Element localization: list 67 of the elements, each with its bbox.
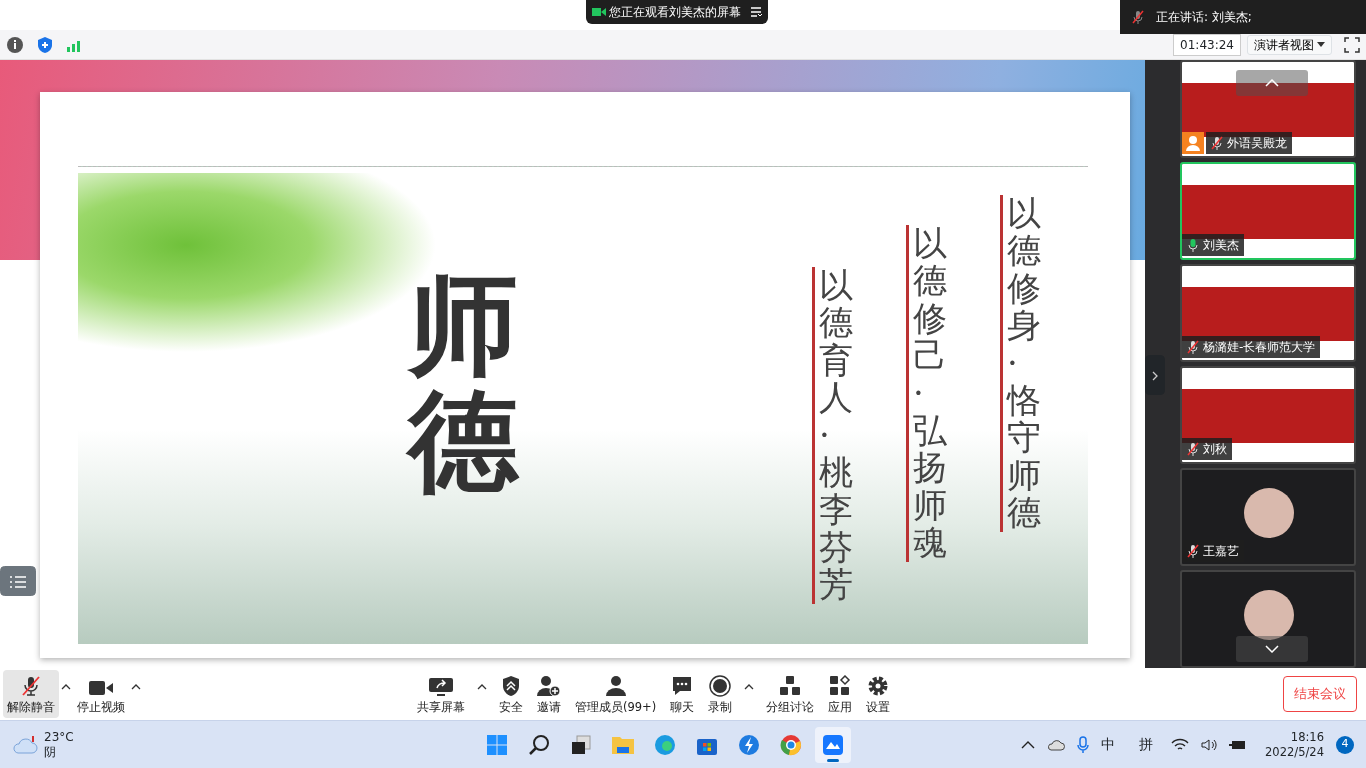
share-banner-text: 您正在观看刘美杰的屏幕 (609, 4, 741, 21)
toolbar-button[interactable]: 设置 (862, 670, 895, 718)
record-icon (709, 674, 732, 697)
clock-date[interactable]: 2022/5/24 (1265, 744, 1324, 760)
chevron-up-icon (1265, 79, 1279, 87)
cloud-icon[interactable] (1047, 738, 1066, 751)
toolbar-button[interactable]: 解除静音 (3, 670, 59, 718)
toolbar-button[interactable]: 聊天 (666, 670, 699, 718)
video-camera-icon (88, 678, 114, 697)
toolbar-button[interactable]: 管理成员(99+) (571, 670, 661, 718)
avatar-circle (1244, 488, 1294, 538)
list-icon (9, 574, 27, 589)
toolbar-button[interactable]: 共享屏幕 (413, 670, 469, 718)
shield-icon[interactable] (36, 35, 54, 54)
add-person-icon (537, 674, 561, 697)
weather-icon (12, 734, 38, 755)
end-meeting-button[interactable]: 结束会议 (1283, 676, 1357, 712)
info-icon[interactable] (6, 35, 24, 54)
expand-panel-button[interactable] (1145, 355, 1165, 395)
toolbar-button[interactable]: 录制 (704, 670, 737, 718)
chat-bubble-icon (671, 674, 694, 697)
participant-name: 外语吴殿龙 (1227, 135, 1287, 152)
vertical-slogan-text: 以德育人·桃李芬芳 (812, 267, 853, 604)
wifi-icon[interactable] (1171, 737, 1190, 752)
microphone-icon[interactable] (1077, 735, 1090, 754)
avatar-circle (1244, 590, 1294, 640)
chevron-down-icon (1265, 645, 1279, 653)
view-dropdown[interactable]: 演讲者视图 (1247, 34, 1332, 55)
menu-icon[interactable] (750, 7, 762, 17)
shield-icon (501, 674, 521, 697)
vertical-slogan-text: 以德修身·恪守师德 (1000, 195, 1041, 532)
participant-name: 王嘉艺 (1203, 543, 1239, 560)
group-icon (779, 674, 802, 697)
toolbar-button[interactable]: 应用 (824, 670, 857, 718)
participant-name: 杨潞娃-长春师范大学 (1203, 339, 1316, 356)
fullscreen-icon[interactable] (1344, 36, 1360, 53)
screen-share-icon (592, 6, 606, 18)
muted-mic-icon (20, 674, 42, 697)
share-screen-icon (428, 676, 454, 697)
chevron-right-icon (1152, 370, 1158, 381)
meeting-timer: 01:43:24 (1173, 33, 1241, 56)
dropdown-caret-icon (1317, 42, 1325, 47)
speaker-icon[interactable] (1201, 737, 1218, 752)
participant-name: 刘秋 (1203, 441, 1227, 458)
muted-mic-icon (1132, 10, 1144, 24)
temperature-text: 23°C (44, 730, 74, 745)
slide-list-button[interactable] (0, 566, 36, 596)
battery-icon[interactable] (1229, 738, 1248, 751)
toolbar-button[interactable]: 分组讨论 (762, 670, 819, 718)
settings-icon (867, 674, 890, 697)
weather-condition: 阴 (44, 744, 57, 759)
speaking-text: 正在讲话: 刘美杰; (1156, 9, 1252, 26)
input-mode-indicator[interactable]: 中 (1101, 734, 1116, 755)
toolbar-button[interactable]: 停止视频 (73, 670, 129, 718)
video-meeting-icon[interactable] (814, 726, 851, 763)
vertical-slogan-text: 以德修己·弘扬师魂 (906, 225, 947, 562)
notification-count[interactable]: 4 (1336, 735, 1354, 754)
clock-time[interactable]: 18:16 (1290, 729, 1324, 745)
scroll-down-button[interactable] (1236, 636, 1308, 662)
people-icon (604, 674, 627, 697)
apps-icon (829, 674, 852, 697)
participant-name: 刘美杰 (1203, 237, 1239, 254)
toolbar-button[interactable]: 安全 (495, 670, 527, 718)
scroll-up-button[interactable] (1236, 70, 1308, 96)
chevron-up-icon[interactable] (1021, 740, 1036, 749)
input-method-indicator[interactable]: 拼 (1139, 734, 1154, 755)
toolbar-button[interactable]: 邀请 (533, 670, 565, 718)
